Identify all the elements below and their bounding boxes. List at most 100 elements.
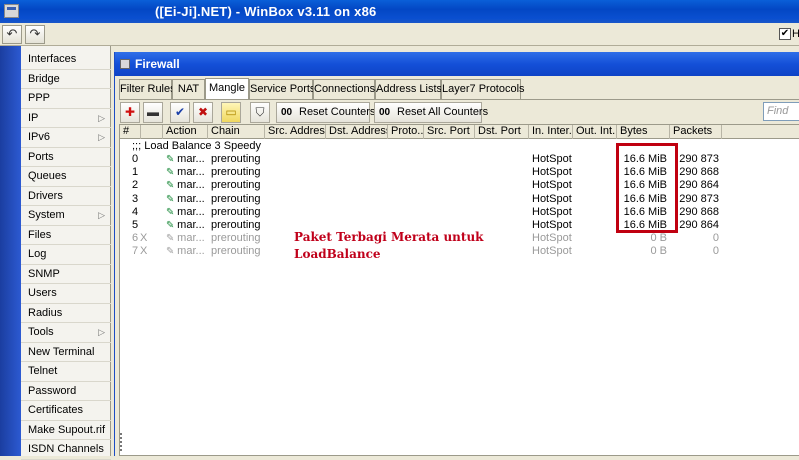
redo-button[interactable]: ↷ <box>25 25 45 44</box>
column-header[interactable]: Src. Address <box>265 125 326 139</box>
tab-address-lists[interactable]: Address Lists <box>375 79 442 99</box>
sidebar-item-tools[interactable]: Tools ▷ <box>21 323 111 343</box>
disabled-flag <box>120 179 150 192</box>
table-row[interactable]: 3 prerouting HotSpot 16.6 MiB 290 873 ✎ mar..… <box>120 193 799 206</box>
tab-mangle[interactable]: Mangle <box>205 78 249 99</box>
rule-packets: 0 <box>712 232 719 245</box>
window-title: ([Ei-Ji].NET) - WinBox v3.11 on x86 <box>155 4 377 19</box>
sidebar-item-ip[interactable]: IP ▷ <box>21 109 111 128</box>
sidebar-item-system[interactable]: System ▷ <box>21 206 111 226</box>
column-header[interactable]: Proto... <box>388 125 424 139</box>
sidebar-item-telnet[interactable]: Telnet <box>21 362 111 382</box>
sidebar-item-interfaces[interactable]: Interfaces <box>21 50 111 70</box>
reset-counters-label: Reset Counters <box>299 106 376 118</box>
sidebar-item-label: ISDN Channels <box>28 443 104 455</box>
sidebar-band <box>0 46 21 456</box>
reset-all-counters-button[interactable]: 00 Reset All Counters <box>374 102 488 123</box>
rule-action: ✎ mar... <box>163 193 208 206</box>
rule-chain: prerouting <box>211 205 261 218</box>
annotation-line-1: Paket Terbagi Merata untuk <box>294 230 484 244</box>
table-row[interactable]: 2 prerouting HotSpot 16.6 MiB 290 864 ✎ mar..… <box>120 179 799 192</box>
rule-action-label: mar... <box>177 205 205 218</box>
sidebar-item-label: IP <box>28 111 39 124</box>
mark-pencil-icon: ✎ <box>166 246 178 258</box>
rule-in-interface: HotSpot <box>532 179 572 192</box>
sidebar-item-ppp[interactable]: PPP <box>21 89 111 109</box>
rule-action: ✎ mar... <box>163 206 208 219</box>
disabled-flag <box>120 166 150 179</box>
winbox-app-icon[interactable] <box>4 4 19 18</box>
rule-in-interface: HotSpot <box>532 192 572 205</box>
sidebar-item-isdn-channels[interactable]: ISDN Channels <box>21 440 111 460</box>
sidebar-item-new-terminal[interactable]: New Terminal <box>21 343 111 362</box>
column-header[interactable]: Packets <box>670 125 722 139</box>
find-input[interactable]: Find <box>763 102 799 121</box>
mark-pencil-icon: ✎ <box>166 233 178 245</box>
column-header[interactable]: Src. Port <box>424 125 475 139</box>
rule-in-interface: HotSpot <box>532 166 572 179</box>
rule-action: ✎ mar... <box>163 219 208 232</box>
hide-passwords-checkbox[interactable]: ✔ <box>779 28 791 40</box>
sidebar-item-label: System <box>28 209 65 221</box>
rule-action-label: mar... <box>177 192 205 205</box>
tab-filter-rules[interactable]: Filter Rules <box>119 79 176 99</box>
column-header[interactable]: # <box>120 125 141 139</box>
minus-icon: ▬ <box>147 105 159 119</box>
tab-layer7-protocols[interactable]: Layer7 Protocols <box>441 79 525 99</box>
mangle-rules-table: # Action Chain Src. Address Dst. Address Prot… <box>119 124 799 456</box>
sidebar-item-ipv6[interactable]: IPv6 ▷ <box>21 128 111 148</box>
rule-action-label: mar... <box>177 232 205 245</box>
disable-button[interactable]: ✖ <box>193 102 213 123</box>
column-header[interactable]: Action <box>163 125 208 139</box>
sidebar-item-label: Make Supout.rif <box>28 423 106 436</box>
sidebar-item-drivers[interactable]: Drivers <box>21 187 111 206</box>
panel-splitter[interactable] <box>120 433 124 451</box>
column-header[interactable]: Out. Int... <box>573 125 617 139</box>
sidebar-item-users[interactable]: Users <box>21 284 111 304</box>
sidebar-item-label: Interfaces <box>28 53 77 65</box>
rule-chain: prerouting <box>211 232 261 245</box>
comment-button[interactable]: ▭ <box>221 102 241 123</box>
remove-button[interactable]: ▬ <box>143 102 163 123</box>
rule-bytes: 0 B <box>650 245 667 258</box>
tab-connections[interactable]: Connections <box>313 79 375 99</box>
mark-pencil-icon: ✎ <box>166 193 178 205</box>
column-header[interactable]: In. Inter... <box>529 125 573 139</box>
undo-button[interactable]: ↶ <box>2 25 22 44</box>
tab-nat[interactable]: NAT <box>172 79 205 99</box>
submenu-arrow-icon: ▷ <box>98 112 105 123</box>
rule-in-interface: HotSpot <box>532 205 572 218</box>
sidebar-item-ports[interactable]: Ports <box>21 148 111 167</box>
enable-button[interactable]: ✔ <box>170 102 190 123</box>
sidebar-item-certificates[interactable]: Certificates <box>21 401 111 421</box>
rule-comment[interactable]: ;;; Load Balance 3 Speedy <box>132 140 261 153</box>
column-header[interactable]: Dst. Address <box>326 125 388 139</box>
add-button[interactable]: ✚ <box>120 102 140 123</box>
column-header[interactable]: Dst. Port <box>475 125 529 139</box>
submenu-arrow-icon: ▷ <box>98 327 105 337</box>
sidebar-item-snmp[interactable]: SNMP <box>21 265 111 284</box>
sidebar-item-label: Radius <box>28 306 63 319</box>
sidebar-item-files[interactable]: Files <box>21 226 111 245</box>
plus-icon: ✚ <box>124 105 136 119</box>
disabled-flag: X <box>140 232 148 245</box>
sidebar-item-bridge[interactable]: Bridge <box>21 70 111 89</box>
sidebar-item-log[interactable]: Log <box>21 245 111 265</box>
tab-service-ports[interactable]: Service Ports <box>249 79 315 99</box>
column-header[interactable] <box>141 125 163 139</box>
table-row[interactable]: 1 prerouting HotSpot 16.6 MiB 290 868 ✎ mar..… <box>120 166 799 179</box>
firewall-titlebar[interactable]: Firewall <box>115 52 799 76</box>
column-header[interactable]: Chain <box>208 125 265 139</box>
sidebar-item-make-supout-rif[interactable]: Make Supout.rif <box>21 421 111 440</box>
redo-icon: ↷ <box>29 26 41 41</box>
sidebar-item-radius[interactable]: Radius <box>21 304 111 323</box>
x-icon: ✖ <box>197 105 209 119</box>
reset-counters-button[interactable]: 00 Reset Counters <box>276 102 375 123</box>
disabled-flag: X <box>140 245 148 258</box>
table-row[interactable]: 0 prerouting HotSpot 16.6 MiB 290 873 ✎ mar..… <box>120 153 799 166</box>
sidebar-item-queues[interactable]: Queues <box>21 167 111 187</box>
sidebar-item-password[interactable]: Password <box>21 382 111 401</box>
filter-button[interactable]: ⛉ <box>250 102 270 123</box>
column-header[interactable]: Bytes <box>617 125 670 139</box>
table-row[interactable]: 4 prerouting HotSpot 16.6 MiB 290 868 ✎ mar..… <box>120 206 799 219</box>
